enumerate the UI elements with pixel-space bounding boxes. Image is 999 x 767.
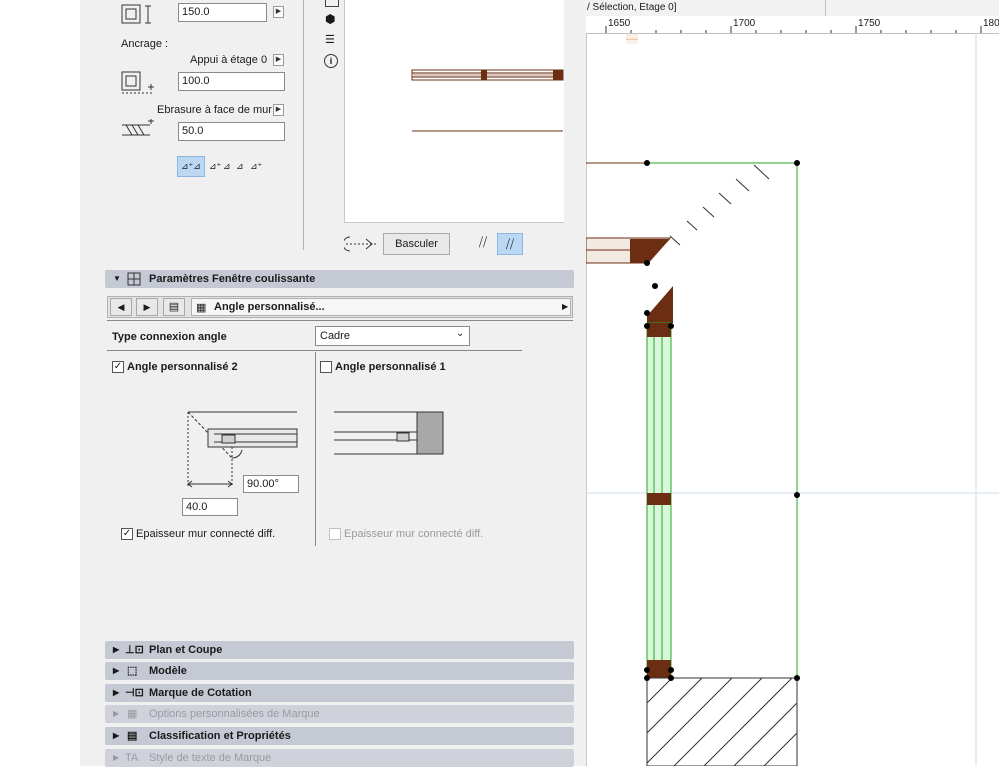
section-label: Options personnalisées de Marque	[149, 708, 320, 720]
reveal-select-label[interactable]: Ebrasure à face de mur	[157, 104, 272, 116]
section-label: Marque de Cotation	[149, 687, 252, 699]
chevron-down-icon: ⌄	[456, 328, 465, 339]
floor-plan-view-icon[interactable]	[325, 0, 339, 7]
expand-triangle-icon: ▶	[113, 688, 120, 697]
anchor-label: Ancrage :	[121, 38, 169, 50]
reveal-select-arrow[interactable]: ▶	[273, 104, 284, 116]
expand-triangle-icon: ▶	[113, 753, 120, 762]
prev-page-button[interactable]: ◀	[110, 298, 132, 316]
page-selector-label: Angle personnalisé...	[214, 301, 325, 313]
page-list-icon[interactable]: ▤	[163, 298, 185, 316]
thickness-right-checkbox[interactable]	[329, 528, 341, 540]
column-divider	[315, 352, 316, 546]
flip-icon[interactable]	[344, 235, 380, 253]
angle-input[interactable]: 90.00°	[243, 475, 299, 493]
section-plan-and-section[interactable]: ▶ ⊥⊡ Plan et Coupe	[105, 641, 574, 659]
window-height-icon	[121, 4, 151, 24]
panel-divider	[303, 0, 304, 250]
expand-triangle-icon: ▶	[113, 666, 120, 675]
thickness-left-label: Epaisseur mur connecté diff.	[136, 528, 276, 540]
floor-plan-canvas[interactable]	[586, 33, 999, 766]
section-dimension-marker[interactable]: ▶ ⊣⊡ Marque de Cotation	[105, 684, 574, 702]
reveal-value-input[interactable]: 50.0	[178, 122, 285, 141]
custom-angle-1-diagram	[334, 411, 444, 455]
info-icon[interactable]: i	[324, 54, 338, 68]
custom-angle-2-label: Angle personnalisé 2	[127, 361, 238, 373]
custom-angle-1-checkbox[interactable]	[320, 361, 332, 373]
plan-section-icon: ⊥⊡	[125, 644, 144, 656]
section-text-style: ▶ TA Style de texte de Marque	[105, 749, 574, 767]
separator	[107, 320, 573, 321]
section-header-parameters[interactable]: ▼ Paramètres Fenêtre coulissante	[105, 270, 574, 288]
page-selector-arrow-icon: ▶	[562, 302, 569, 311]
page-selector[interactable]: ▦ Angle personnalisé... ▶	[191, 298, 571, 316]
reveal-mode-1-icon: ⊿⁺⊿	[181, 161, 201, 171]
reveal-icon	[122, 119, 154, 136]
marker-options-icon: ▦	[127, 708, 138, 720]
mirror-right-toggle[interactable]: ⧸⧸	[497, 233, 523, 255]
sliding-window-icon	[127, 272, 141, 286]
corner-type-value: Cadre	[320, 330, 350, 342]
thickness-left-checkbox[interactable]: ✓	[121, 528, 133, 540]
text-style-icon: TA	[125, 752, 139, 764]
collapse-triangle-icon: ▼	[113, 274, 121, 283]
reveal-mode-3-icon[interactable]: ⊿	[223, 161, 231, 172]
section-model[interactable]: ▶ ⬚ Modèle	[105, 662, 574, 680]
section-label: Classification et Propriétés	[149, 730, 291, 742]
dimension-marker-icon: ⊣⊡	[125, 687, 144, 699]
flip-button[interactable]: Basculer	[383, 233, 450, 255]
expand-triangle-icon: ▶	[113, 645, 120, 654]
section-marker-options: ▶ ▦ Options personnalisées de Marque	[105, 705, 574, 723]
anchor-select-arrow[interactable]: ▶	[273, 54, 284, 66]
ruler-ticks	[605, 26, 982, 33]
corner-type-label: Type connexion angle	[112, 331, 227, 343]
reveal-mode-2-icon[interactable]: ⊿⁺	[209, 161, 221, 172]
model-icon: ⬚	[127, 665, 138, 677]
anchor-select-label[interactable]: Appui à étage 0	[190, 54, 267, 66]
anchor-value-input[interactable]: 100.0	[178, 72, 285, 91]
section-label: Modèle	[149, 665, 187, 677]
classification-icon: ▤	[127, 730, 138, 742]
next-page-button[interactable]: ▶	[136, 298, 158, 316]
separator	[107, 350, 522, 351]
reveal-mode-4-icon[interactable]: ⊿	[236, 161, 244, 172]
height-arrow-button[interactable]: ▶	[273, 6, 284, 18]
reveal-mode-5-icon[interactable]: ⊿⁺	[250, 161, 262, 172]
corner-type-dropdown[interactable]: Cadre ⌄	[315, 326, 470, 346]
height-input[interactable]: 150.0	[178, 3, 267, 22]
left-gutter	[0, 0, 80, 766]
anchor-icon	[121, 71, 154, 94]
expand-triangle-icon: ▶	[113, 731, 120, 740]
length-input[interactable]: 40.0	[182, 498, 238, 516]
drawing-header: / Sélection, Etage 0] 1650 1700 1750 180	[586, 0, 999, 34]
3d-view-icon[interactable]: ⬢	[325, 12, 335, 26]
section-label: Plan et Coupe	[149, 644, 223, 656]
page-selector-icon: ▦	[196, 302, 207, 314]
custom-angle-2-checkbox[interactable]: ✓	[112, 361, 124, 373]
preview-window	[344, 0, 564, 223]
thickness-right-label: Epaisseur mur connecté diff.	[344, 528, 484, 540]
custom-angle-1-label: Angle personnalisé 1	[335, 361, 446, 373]
section-classification[interactable]: ▶ ▤ Classification et Propriétés	[105, 727, 574, 745]
section-title: Paramètres Fenêtre coulissante	[149, 273, 316, 285]
expand-triangle-icon: ▶	[113, 709, 120, 718]
section-label: Style de texte de Marque	[149, 752, 272, 764]
elevation-view-icon[interactable]: ☰	[325, 33, 335, 46]
mirror-left-icon[interactable]: ⧸⧸	[473, 235, 493, 253]
drawing-title: / Sélection, Etage 0]	[587, 2, 677, 13]
